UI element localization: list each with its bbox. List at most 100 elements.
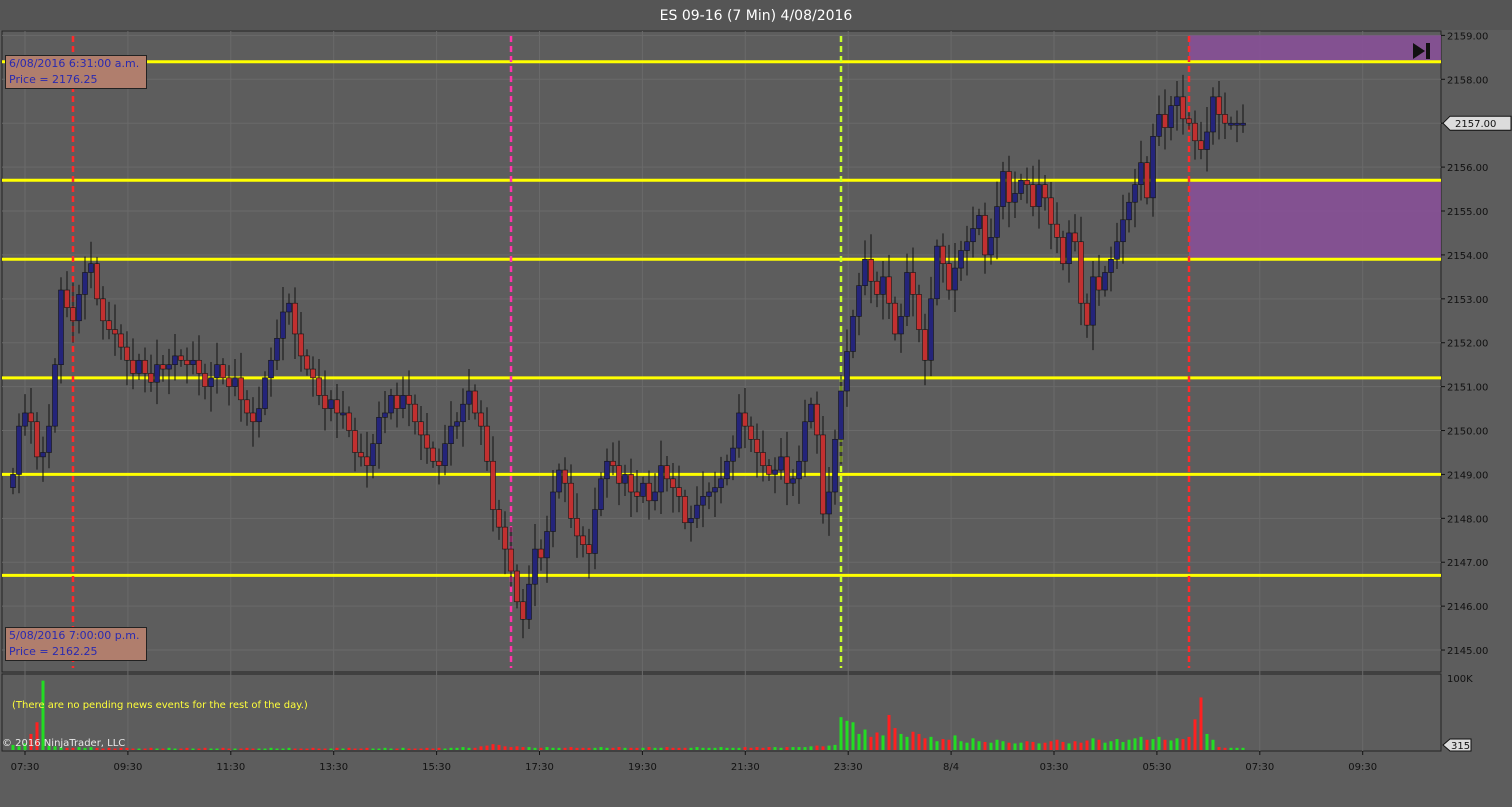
candle-body	[988, 237, 994, 256]
volume-bar	[1241, 747, 1245, 750]
volume-bar	[485, 745, 489, 750]
volume-bar	[1133, 738, 1137, 750]
price-zone	[1189, 180, 1441, 260]
price-chart[interactable]: 2145.00 2146.00 2147.00 2148.00 2149.00 2150.…	[0, 0, 1512, 807]
candle-body	[70, 307, 76, 322]
candle-body	[448, 425, 454, 444]
volume-bar	[263, 748, 267, 750]
candle-body	[358, 452, 364, 458]
volume-bar	[329, 748, 333, 750]
candle-body	[172, 355, 178, 365]
candle-body	[886, 276, 892, 304]
candle-body	[622, 474, 628, 484]
candle-body	[298, 333, 304, 357]
candle-body	[346, 412, 352, 431]
volume-bar	[479, 746, 483, 750]
volume-bar	[467, 747, 471, 750]
candle-body	[862, 259, 868, 286]
candle-body	[262, 377, 268, 409]
candle-body	[742, 412, 748, 427]
candle-body	[184, 359, 190, 365]
volume-bar	[371, 748, 375, 750]
candle-body	[664, 465, 670, 480]
session-markers	[71, 36, 1191, 668]
bottom-annotation-time: 5/08/2016 7:00:00 p.m.	[9, 629, 140, 642]
volume-bar	[881, 735, 885, 750]
time-label: 11:30	[216, 762, 245, 773]
candle-body	[958, 250, 964, 269]
volume-bar	[275, 748, 279, 750]
volume-bar	[575, 747, 579, 750]
candle-body	[724, 460, 730, 480]
candle-body	[76, 294, 82, 322]
volume-bar	[1175, 738, 1179, 750]
candle-body	[502, 526, 508, 550]
bottom-annotation-price: Price = 2162.25	[9, 645, 98, 658]
candle-body	[1024, 179, 1030, 185]
volume-bar	[623, 747, 627, 750]
volume-bar	[539, 747, 543, 750]
volume-bar	[1025, 741, 1029, 750]
candle-body	[94, 263, 100, 300]
volume-bar	[701, 747, 705, 750]
volume-bar	[431, 748, 435, 750]
volume-bar	[809, 746, 813, 750]
volume-bar	[503, 746, 507, 750]
volume-bar	[287, 747, 291, 750]
candle-body	[466, 390, 472, 405]
price-tick-label: 2159.00	[1447, 31, 1488, 42]
volume-bar	[599, 747, 603, 750]
volume-bar	[179, 748, 183, 750]
volume-bar	[1085, 740, 1089, 750]
candle-body	[1126, 201, 1132, 221]
candle-body	[520, 601, 526, 620]
candles	[10, 74, 1246, 639]
candle-body	[142, 359, 148, 374]
candle-body	[904, 272, 910, 317]
top-annotation-time: 6/08/2016 6:31:00 a.m.	[9, 57, 140, 70]
volume-bar	[785, 747, 789, 750]
candle-body	[814, 403, 820, 436]
candle-body	[610, 460, 616, 466]
volume-bar	[209, 748, 213, 750]
candle-body	[130, 359, 136, 374]
candle-body	[1108, 259, 1114, 273]
volume-bar	[203, 747, 207, 750]
volume-bar	[953, 735, 957, 750]
volume-bar	[1229, 747, 1233, 750]
candle-body	[112, 329, 118, 335]
candle-body	[1144, 162, 1150, 199]
candle-body	[1192, 122, 1198, 142]
candle-body	[820, 434, 826, 515]
volume-bar	[419, 748, 423, 750]
candle-body	[1228, 122, 1234, 126]
candle-body	[100, 298, 106, 322]
volume-bar	[689, 747, 693, 750]
candle-body	[760, 452, 766, 466]
candle-body	[334, 399, 340, 414]
candle-body	[946, 263, 952, 291]
price-tick-label: 2151.00	[1447, 383, 1488, 394]
volume-bar	[797, 747, 801, 750]
candle-body	[202, 373, 208, 387]
candle-body	[826, 491, 832, 515]
top-annotation-price: Price = 2176.25	[9, 73, 98, 86]
volume-bar	[1121, 741, 1125, 750]
candle-body	[1234, 122, 1240, 126]
candle-body	[544, 531, 550, 559]
volume-bar	[971, 738, 975, 750]
candle-body	[790, 478, 796, 484]
volume-bar	[173, 748, 177, 750]
volume-bar	[473, 747, 477, 750]
price-tick-label: 2158.00	[1447, 75, 1488, 86]
candle-body	[970, 228, 976, 243]
candle-body	[190, 359, 196, 365]
volume-bar	[617, 747, 621, 750]
candle-body	[634, 491, 640, 497]
candle-body	[238, 377, 244, 401]
volume-bar	[1103, 742, 1107, 750]
time-label: 19:30	[628, 762, 657, 773]
candle-body	[514, 570, 520, 603]
time-label: 17:30	[525, 762, 554, 773]
candle-body	[1102, 272, 1108, 291]
